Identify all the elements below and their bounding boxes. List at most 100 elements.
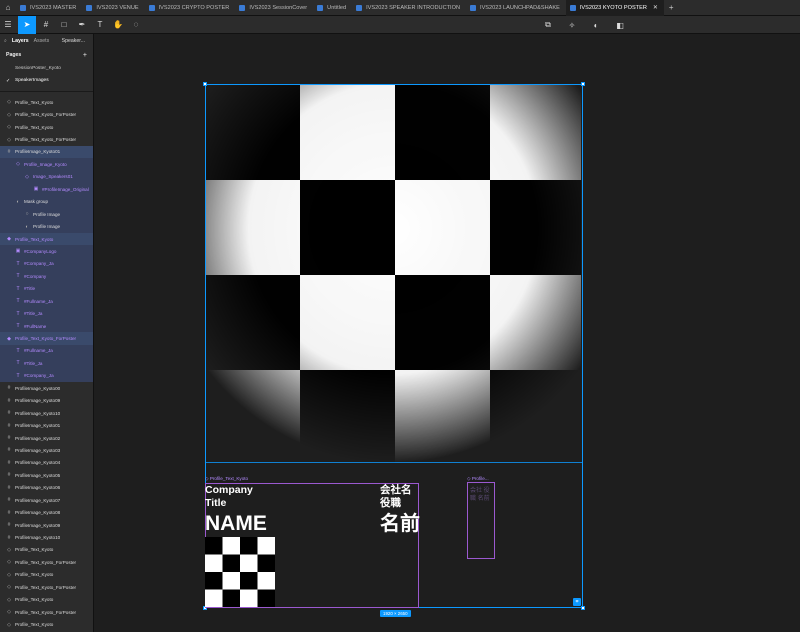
layer-label: ProfileImage_Kyoto09: [15, 522, 61, 528]
layer-item[interactable]: ▣ #ProfileImage_Original: [0, 183, 93, 196]
close-tab-icon[interactable]: ✕: [653, 4, 658, 11]
layer-item[interactable]: ◐ Profile Image: [0, 220, 93, 233]
file-tab[interactable]: IVS2023 KYOTO POSTER ✕: [565, 0, 664, 16]
layer-label: #Company_Ja: [24, 373, 54, 379]
main-menu-icon[interactable]: ☰: [0, 17, 16, 33]
file-tab[interactable]: IVS2023 MASTER: [16, 0, 82, 16]
layer-item[interactable]: ◇ Profile_Text_Kyoto: [0, 544, 93, 556]
search-icon[interactable]: ⌕: [4, 38, 7, 45]
layer-item[interactable]: T #Title: [0, 282, 93, 295]
profile-text-frame-label[interactable]: ◇ Profile_Text_Kyoto: [205, 476, 248, 482]
tab-assets[interactable]: Assets: [34, 38, 50, 44]
layer-item[interactable]: ◇ Profile_Text_Kyoto_ForPoster: [0, 581, 93, 593]
title-ja-text[interactable]: 役職: [380, 497, 401, 510]
layer-item[interactable]: # ProfileImage_Kyoto05: [0, 469, 93, 481]
layer-item[interactable]: T #Fullname_Ja: [0, 295, 93, 308]
file-tab[interactable]: IVS2023 SessionCover: [235, 0, 313, 16]
file-tab[interactable]: Untitled: [313, 0, 352, 16]
layer-item[interactable]: ◇ Profile_Text_Kyoto: [0, 96, 93, 108]
layer-type-icon: #: [7, 447, 11, 454]
company-logo-placeholder[interactable]: [205, 537, 275, 607]
layer-item[interactable]: ◇ Profile_Image_Kyoto: [0, 158, 93, 171]
resize-handle-tl[interactable]: [203, 82, 207, 86]
page-item[interactable]: ✓ SpeakerImages: [0, 75, 93, 88]
layer-item[interactable]: # ProfileImage_Kyoto06: [0, 482, 93, 494]
component-icon[interactable]: ⧉: [540, 17, 556, 33]
layer-item[interactable]: ◇ Profile_Text_Kyoto_ForPoster: [0, 606, 93, 618]
layer-item[interactable]: # ProfileImage_Kyoto07: [0, 494, 93, 506]
layer-item[interactable]: ○ Profile Image: [0, 207, 93, 221]
page-label: SessionPoster_Kyoto: [15, 65, 61, 71]
layer-item[interactable]: # ProfileImage_Kyoto10: [0, 531, 93, 543]
name-ja-text[interactable]: 名前: [380, 512, 420, 536]
layer-item[interactable]: # ProfileImage_Kyoto04: [0, 457, 93, 469]
layer-item[interactable]: # ProfileImage_Kyoto00: [0, 382, 93, 394]
text-tool-icon[interactable]: T: [92, 17, 108, 33]
layer-item[interactable]: ◇ Profile_Text_Kyoto: [0, 569, 93, 581]
file-tab[interactable]: IVS2023 CRYPTO POSTER: [145, 0, 236, 16]
new-tab-button[interactable]: +: [664, 3, 679, 12]
layer-item[interactable]: ◇ Profile_Text_Kyoto_ForPoster: [0, 133, 93, 145]
layer-item[interactable]: # ProfileImage_Kyoto02: [0, 432, 93, 444]
layer-item[interactable]: # ProfileImage_Kyoto10: [0, 407, 93, 419]
layer-item[interactable]: # ProfileImage_Kyoto01: [0, 419, 93, 431]
add-page-button[interactable]: +: [83, 52, 87, 59]
page-dropdown[interactable]: Speaker...: [62, 38, 85, 44]
layer-type-icon: ◇: [7, 99, 11, 106]
tab-layers[interactable]: Layers: [12, 38, 29, 44]
layer-item[interactable]: T #Company_Ja: [0, 257, 93, 271]
layer-item[interactable]: ◇ Image_Speakers01: [0, 170, 93, 184]
title-text[interactable]: Title: [205, 497, 226, 510]
layer-type-icon: T: [16, 273, 20, 280]
layer-item[interactable]: ◇ Profile_Text_Kyoto: [0, 618, 93, 630]
resize-handle-br[interactable]: [581, 606, 585, 610]
layer-item[interactable]: ◇ Profile_Text_Kyoto: [0, 594, 93, 606]
company-text[interactable]: Company: [205, 484, 253, 497]
layer-item[interactable]: # ProfileImage_Kyoto01: [0, 145, 93, 159]
layer-label: Profile_Text_Kyoto_ForPoster: [15, 112, 77, 118]
layer-label: ProfileImage_Kyoto08: [15, 510, 61, 516]
layer-item[interactable]: # ProfileImage_Kyoto09: [0, 395, 93, 407]
layer-type-icon: ◆: [7, 236, 11, 243]
move-tool-icon[interactable]: ➤: [18, 15, 36, 34]
layer-item[interactable]: ◇ Profile_Text_Kyoto_ForPoster: [0, 108, 93, 120]
layer-item[interactable]: ◆ Profile_Text_Kyoto_ForPoster: [0, 332, 93, 345]
pen-tool-icon[interactable]: ✒: [74, 17, 90, 33]
frame-tool-icon[interactable]: #: [38, 17, 54, 33]
layer-item[interactable]: # ProfileImage_Kyoto08: [0, 506, 93, 518]
page-item[interactable]: SessionPoster_Kyoto: [0, 62, 93, 75]
layer-item[interactable]: ◐ Mask group: [0, 195, 93, 208]
layer-type-icon: #: [7, 534, 11, 541]
resize-handle-tr[interactable]: [581, 82, 585, 86]
layer-item[interactable]: T #FullName: [0, 319, 93, 333]
layer-label: Profile Image: [33, 211, 61, 217]
layer-item[interactable]: T #Company: [0, 270, 93, 283]
file-tab[interactable]: IVS2023 LAUNCHPAD&SHAKE: [466, 0, 566, 16]
layer-item[interactable]: ▣ #CompanyLogo: [0, 245, 93, 258]
diamond-icon[interactable]: ✧: [564, 17, 580, 33]
layer-item[interactable]: T #Title_Ja: [0, 357, 93, 370]
hand-tool-icon[interactable]: ✋: [110, 17, 126, 33]
layer-item[interactable]: T #Fullname_Ja: [0, 344, 93, 358]
layer-item[interactable]: ◆ Profile_Text_Kyoto: [0, 232, 93, 246]
layer-label: ProfileImage_Kyoto06: [15, 485, 61, 491]
layer-item[interactable]: T #Company_Ja: [0, 369, 93, 383]
layer-type-icon: ◐: [16, 198, 20, 205]
boolean-icon[interactable]: ◧: [612, 17, 628, 33]
name-text[interactable]: NAME: [205, 512, 267, 536]
frame-action-icon[interactable]: ⌗: [573, 598, 581, 606]
contrast-icon[interactable]: ◐: [588, 17, 604, 33]
tab-label: IVS2023 CRYPTO POSTER: [158, 4, 230, 11]
layer-item[interactable]: ◇ Profile_Text_Kyoto: [0, 121, 93, 133]
layer-item[interactable]: # ProfileImage_Kyoto03: [0, 444, 93, 456]
file-tab[interactable]: IVS2023 SPEAKER INTRODUCTION: [352, 0, 466, 16]
layer-type-icon: ◇: [7, 559, 11, 566]
layer-item[interactable]: T #Title_Ja: [0, 307, 93, 320]
shape-tool-icon[interactable]: □: [56, 17, 72, 33]
home-icon[interactable]: ⌂: [0, 0, 16, 16]
comment-tool-icon[interactable]: ◌: [128, 17, 144, 33]
layer-item[interactable]: ◇ Profile_Text_Kyoto_ForPoster: [0, 556, 93, 568]
file-tab[interactable]: IVS2023 VENUE: [82, 0, 144, 16]
layer-item[interactable]: # ProfileImage_Kyoto09: [0, 519, 93, 531]
company-ja-text[interactable]: 会社名: [380, 484, 412, 497]
